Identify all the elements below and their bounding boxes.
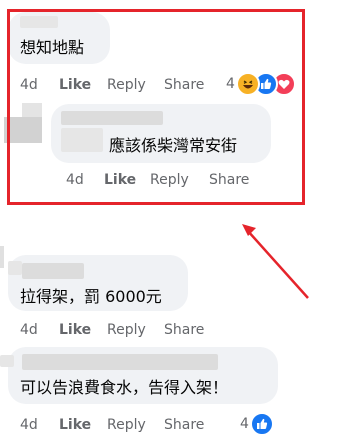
like-button[interactable]: Like xyxy=(59,416,91,434)
like-button[interactable]: Like xyxy=(59,321,91,339)
comment-actions-3: 4d Like Reply Share xyxy=(20,321,220,339)
comment-actions-4: 4d Like Reply Share xyxy=(20,416,220,434)
haha-reaction-icon xyxy=(236,72,260,96)
comment-time[interactable]: 4d xyxy=(20,416,38,434)
reactions-1[interactable]: 4 xyxy=(226,72,304,96)
reply-button[interactable]: Reply xyxy=(107,321,146,339)
comment-bubble-4: 可以告浪費食水，告得入架！ xyxy=(0,347,278,404)
like-reaction-icon xyxy=(250,412,274,436)
blurred-author-name xyxy=(22,263,84,279)
blurred-author-name-extra xyxy=(0,355,14,367)
arrow-annotation xyxy=(242,224,309,299)
comment-time[interactable]: 4d xyxy=(20,321,38,339)
reaction-count: 4 xyxy=(240,416,249,432)
reply-button[interactable]: Reply xyxy=(107,416,146,434)
blurred-author-name-extra xyxy=(8,261,22,275)
share-button[interactable]: Share xyxy=(164,321,204,339)
highlight-box xyxy=(7,9,305,205)
reactions-4[interactable]: 4 xyxy=(240,412,280,436)
comment-text: 拉得架，罰 6000元 xyxy=(20,287,162,306)
blurred-author-name xyxy=(22,354,218,370)
share-button[interactable]: Share xyxy=(164,416,204,434)
comment-text: 可以告浪費食水，告得入架！ xyxy=(20,378,229,397)
avatar[interactable] xyxy=(0,246,4,268)
comment-bubble-3: 拉得架，罰 6000元 xyxy=(8,255,188,311)
